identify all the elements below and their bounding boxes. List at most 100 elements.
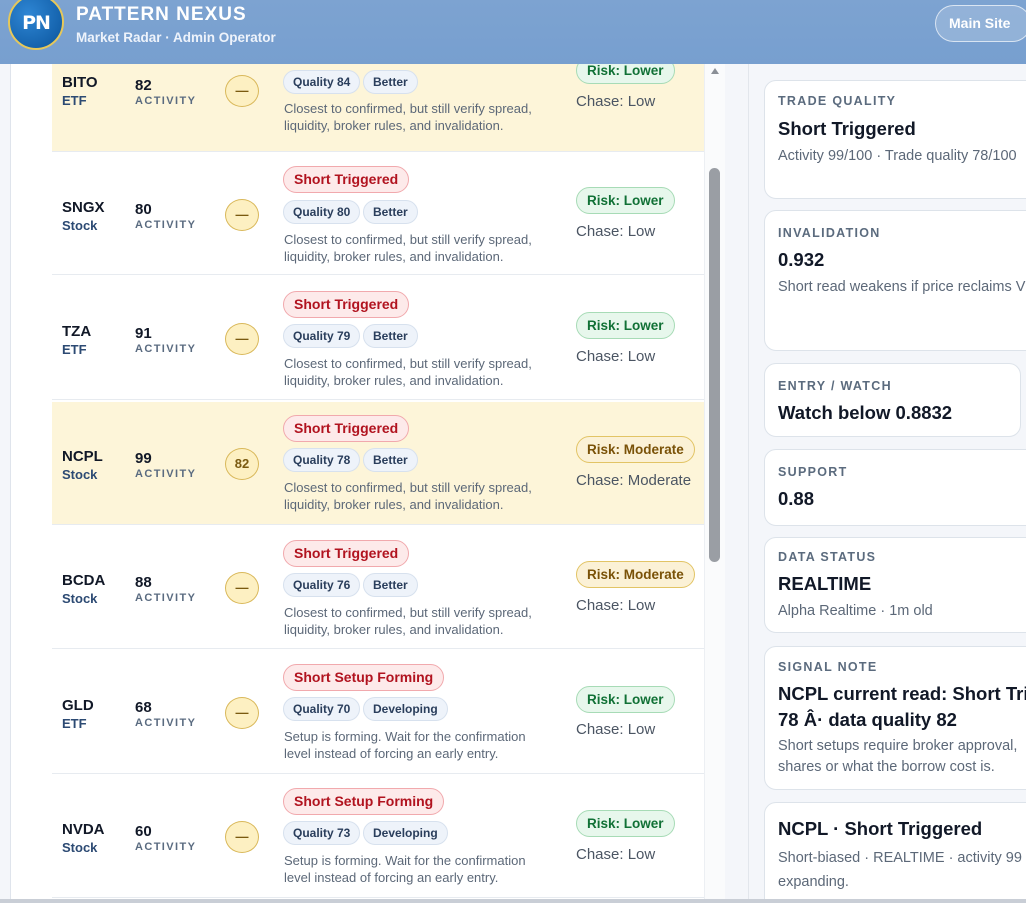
grade-tag: Better <box>363 70 418 94</box>
radar-list-panel: BITO ETF 82 ACTIVITY — Quality 84 Better… <box>0 64 748 899</box>
asset-type: ETF <box>62 716 87 731</box>
risk-badge: Risk: Lower <box>576 64 675 84</box>
list-scrollbar[interactable] <box>704 64 725 899</box>
list-item[interactable]: TZA ETF 91 ACTIVITY — Short Triggered Qu… <box>52 277 704 400</box>
support-card: SUPPORT 0.88 <box>764 449 1026 526</box>
activity-score: 60 <box>135 823 152 840</box>
signal-badge: Short Triggered <box>283 291 410 318</box>
card-label: DATA STATUS <box>778 550 877 564</box>
grade-tag: Better <box>363 324 418 348</box>
card-value: 0.932 <box>778 249 825 270</box>
grade-tag: Better <box>363 448 418 472</box>
asset-type: Stock <box>62 840 98 855</box>
activity-score: 88 <box>135 574 152 591</box>
activity-label: ACTIVITY <box>135 841 197 853</box>
card-subtext: Activity 99/100 · Trade quality 78/100 <box>778 148 1017 164</box>
signal-badge: Short Triggered <box>283 166 410 193</box>
card-value: Short Triggered <box>778 118 916 139</box>
summary-card: NCPL · Short Triggered Short-biased · RE… <box>764 802 1026 899</box>
quality-tag: Quality 73 <box>283 821 361 845</box>
quality-circle: — <box>225 572 259 604</box>
scroll-up-arrow-icon[interactable] <box>711 68 719 74</box>
quality-circle: — <box>225 75 259 107</box>
summary-subtext: Short-biased · REALTIME · activity 99 · <box>778 850 1026 866</box>
row-description: Closest to confirmed, but still verify s… <box>284 356 532 388</box>
card-label: ENTRY / WATCH <box>778 379 892 393</box>
card-value: NCPL current read: Short Tri <box>778 683 1026 704</box>
grade-tag: Better <box>363 573 418 597</box>
summary-title: NCPL · Short Triggered <box>778 818 983 839</box>
quality-tag: Quality 78 <box>283 448 361 472</box>
activity-label: ACTIVITY <box>135 717 197 729</box>
detail-panel: TRADE QUALITY Short Triggered Activity 9… <box>748 64 1026 899</box>
invalidation-card: INVALIDATION 0.932 Short read weakens if… <box>764 210 1026 351</box>
entry-watch-card: ENTRY / WATCH Watch below 0.8832 <box>764 363 1021 437</box>
risk-badge: Risk: Lower <box>576 312 675 339</box>
risk-badge: Risk: Lower <box>576 187 675 214</box>
trade-quality-card: TRADE QUALITY Short Triggered Activity 9… <box>764 80 1026 199</box>
activity-label: ACTIVITY <box>135 468 197 480</box>
row-description: Closest to confirmed, but still verify s… <box>284 232 532 264</box>
activity-score: 91 <box>135 325 152 342</box>
grade-tag: Developing <box>363 821 448 845</box>
card-label: INVALIDATION <box>778 226 881 240</box>
card-label: SIGNAL NOTE <box>778 660 878 674</box>
quality-tag: Quality 76 <box>283 573 361 597</box>
chase-level: Chase: Low <box>576 223 656 240</box>
card-subtext-line2: shares or what the borrow cost is. <box>778 759 995 775</box>
row-description: Setup is forming. Wait for the confirmat… <box>284 853 526 885</box>
list-item[interactable]: NVDA Stock 60 ACTIVITY — Short Setup For… <box>52 775 704 898</box>
ticker-symbol: NCPL <box>62 448 103 465</box>
app-subtitle: Market Radar · Admin Operator <box>76 30 276 45</box>
card-label: TRADE QUALITY <box>778 94 897 108</box>
row-description: Closest to confirmed, but still verify s… <box>284 605 532 637</box>
radar-list[interactable]: BITO ETF 82 ACTIVITY — Quality 84 Better… <box>52 64 704 899</box>
asset-type: Stock <box>62 591 98 606</box>
quality-circle: — <box>225 821 259 853</box>
scrollbar-thumb[interactable] <box>709 168 720 562</box>
signal-badge: Short Triggered <box>283 415 410 442</box>
activity-score: 99 <box>135 450 152 467</box>
list-item-selected[interactable]: NCPL Stock 99 ACTIVITY 82 Short Triggere… <box>52 402 704 525</box>
activity-label: ACTIVITY <box>135 95 197 107</box>
card-value: 0.88 <box>778 488 815 509</box>
main-site-button[interactable]: Main Site <box>935 5 1026 42</box>
activity-label: ACTIVITY <box>135 343 197 355</box>
list-item[interactable]: BITO ETF 82 ACTIVITY — Quality 84 Better… <box>52 64 704 152</box>
activity-score: 80 <box>135 201 152 218</box>
risk-badge: Risk: Moderate <box>576 561 695 588</box>
asset-type: ETF <box>62 93 87 108</box>
ticker-symbol: TZA <box>62 323 92 340</box>
card-value: Watch below 0.8832 <box>778 402 953 423</box>
list-item[interactable]: SNGX Stock 80 ACTIVITY — Short Triggered… <box>52 152 704 275</box>
quality-tag: Quality 84 <box>283 70 361 94</box>
grade-tag: Developing <box>363 697 448 721</box>
card-value-line2: 78 Â· data quality 82 <box>778 709 957 730</box>
ticker-symbol: GLD <box>62 697 94 714</box>
list-item[interactable]: BCDA Stock 88 ACTIVITY — Short Triggered… <box>52 526 704 649</box>
chase-level: Chase: Low <box>576 348 656 365</box>
row-description: Setup is forming. Wait for the confirmat… <box>284 729 526 761</box>
grade-tag: Better <box>363 200 418 224</box>
activity-label: ACTIVITY <box>135 592 197 604</box>
quality-circle: — <box>225 697 259 729</box>
card-subtext: Alpha Realtime · 1m old <box>778 603 933 619</box>
ticker-symbol: BITO <box>62 74 98 91</box>
activity-label: ACTIVITY <box>135 219 197 231</box>
radar-list-frame: BITO ETF 82 ACTIVITY — Quality 84 Better… <box>10 64 725 899</box>
risk-badge: Risk: Lower <box>576 686 675 713</box>
list-item[interactable]: GLD ETF 68 ACTIVITY — Short Setup Formin… <box>52 651 704 774</box>
chase-level: Chase: Moderate <box>576 472 692 489</box>
asset-type: Stock <box>62 218 98 233</box>
quality-circle: 82 <box>225 448 259 480</box>
quality-tag: Quality 80 <box>283 200 361 224</box>
bottom-edge <box>0 899 1026 903</box>
data-status-card: DATA STATUS REALTIME Alpha Realtime · 1m… <box>764 537 1026 633</box>
chase-level: Chase: Low <box>576 597 656 614</box>
chase-level: Chase: Low <box>576 93 656 110</box>
card-subtext: Short read weakens if price reclaims V <box>778 279 1026 295</box>
quality-tag: Quality 70 <box>283 697 361 721</box>
quality-circle: — <box>225 323 259 355</box>
chase-level: Chase: Low <box>576 721 656 738</box>
signal-badge: Short Setup Forming <box>283 788 445 815</box>
